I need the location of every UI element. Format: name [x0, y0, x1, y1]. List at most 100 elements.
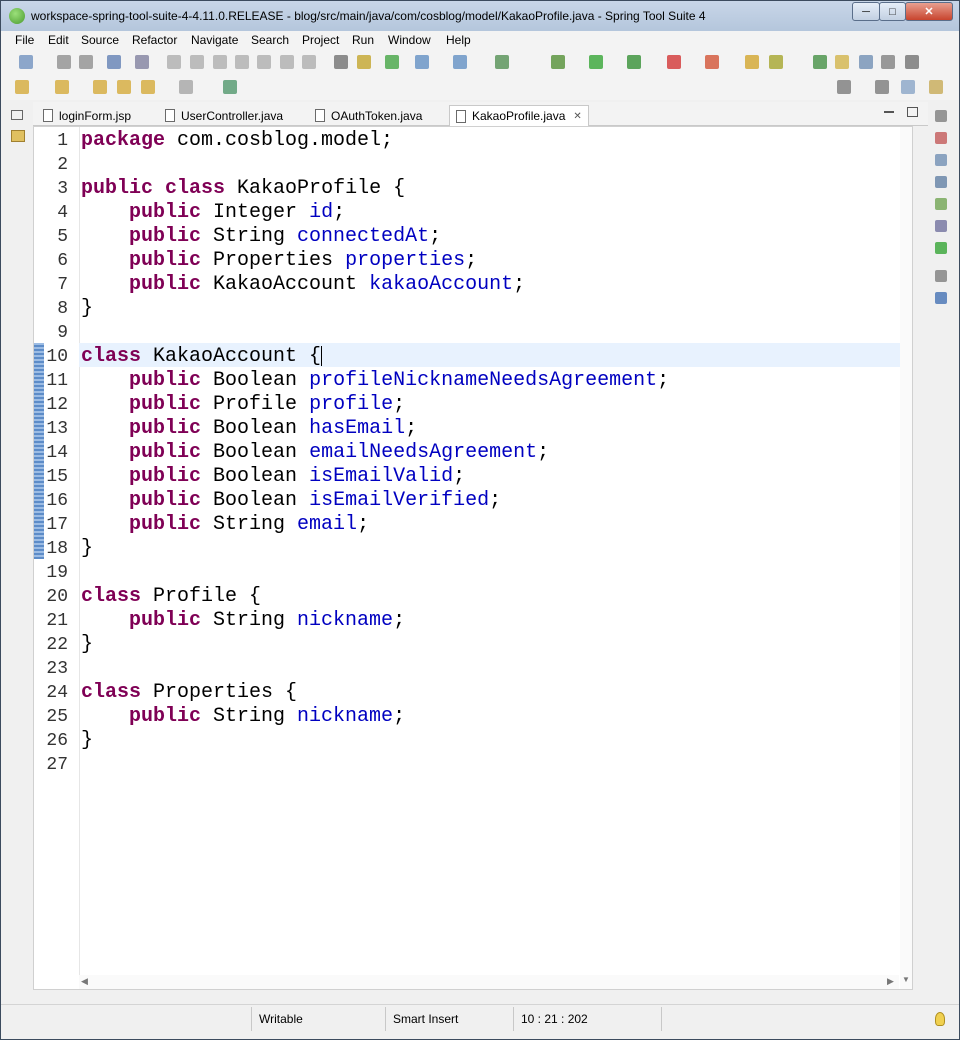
code-line[interactable]: 22}: [34, 633, 894, 657]
back-icon[interactable]: [141, 80, 155, 94]
previous-annotation-icon[interactable]: [55, 80, 69, 94]
code-line[interactable]: 8}: [34, 297, 894, 321]
step-over-icon[interactable]: [280, 55, 294, 69]
pin-editor-icon[interactable]: [223, 80, 237, 94]
back-history-icon[interactable]: [117, 80, 131, 94]
code-line[interactable]: 7 public KakaoAccount kakaoAccount;: [34, 273, 894, 297]
menu-help[interactable]: Help: [446, 33, 471, 47]
code-line[interactable]: 13 public Boolean hasEmail;: [34, 417, 894, 441]
code-line[interactable]: 20 class Profile {: [34, 585, 894, 609]
restore-view-icon[interactable]: [935, 270, 947, 282]
drop-to-frame-icon[interactable]: [334, 55, 348, 69]
lightbulb-icon[interactable]: [935, 1012, 945, 1026]
spring-boot-dashboard-icon[interactable]: [385, 55, 399, 69]
menu-refactor[interactable]: Refactor: [132, 33, 177, 47]
code-line[interactable]: 9: [34, 321, 894, 345]
minimize-button[interactable]: ─: [852, 2, 880, 21]
code-line[interactable]: 14 public Boolean emailNeedsAgreement;: [34, 441, 894, 465]
code-line[interactable]: 6 public Properties properties;: [34, 249, 894, 273]
search-icon[interactable]: [837, 80, 851, 94]
code-line[interactable]: 23: [34, 657, 894, 681]
menu-edit[interactable]: Edit: [48, 33, 69, 47]
show-whitespace-icon[interactable]: [881, 55, 895, 69]
code-line[interactable]: 19: [34, 561, 894, 585]
close-tab-icon[interactable]: ✕: [573, 111, 581, 122]
package-explorer-icon[interactable]: [11, 130, 25, 142]
tab-kakaoprofile-java[interactable]: KakaoProfile.java ✕: [449, 105, 589, 126]
new-web-icon[interactable]: [453, 55, 467, 69]
scroll-down-arrow-icon[interactable]: ▼: [902, 975, 910, 984]
close-button[interactable]: ✕: [905, 2, 953, 21]
console-view-icon[interactable]: [935, 292, 947, 304]
open-type-icon[interactable]: [745, 55, 759, 69]
menu-search[interactable]: Search: [251, 33, 289, 47]
menu-file[interactable]: File: [15, 33, 34, 47]
tab-usercontroller-java[interactable]: UserController.java: [159, 105, 309, 126]
hierarchy-icon[interactable]: [935, 154, 947, 166]
step-return-icon[interactable]: [302, 55, 316, 69]
java-ee-perspective-icon[interactable]: [901, 80, 915, 94]
outline-icon[interactable]: [935, 132, 947, 144]
vertical-scrollbar[interactable]: ▼: [900, 127, 912, 989]
step-into-icon[interactable]: [257, 55, 271, 69]
menu-source[interactable]: Source: [81, 33, 119, 47]
next-annotation-icon[interactable]: [15, 80, 29, 94]
debug-icon[interactable]: [551, 55, 565, 69]
coverage-icon[interactable]: [627, 55, 641, 69]
horizontal-scrollbar[interactable]: ◀ ▶: [79, 975, 899, 989]
code-line[interactable]: 4 public Integer id;: [34, 201, 894, 225]
code-line[interactable]: 12 public Profile profile;: [34, 393, 894, 417]
resume-icon[interactable]: [167, 55, 181, 69]
code-line[interactable]: 21 public String nickname;: [34, 609, 894, 633]
menu-project[interactable]: Project: [302, 33, 339, 47]
scroll-right-arrow-icon[interactable]: ▶: [887, 976, 894, 987]
console-icon[interactable]: [107, 55, 121, 69]
internet-icon[interactable]: [495, 55, 509, 69]
external-tools-icon[interactable]: [705, 55, 719, 69]
suspend-icon[interactable]: [190, 55, 204, 69]
use-step-filters-icon[interactable]: [357, 55, 371, 69]
run-icon[interactable]: [589, 55, 603, 69]
code-line[interactable]: 26}: [34, 729, 894, 753]
code-line[interactable]: 27: [34, 753, 894, 777]
new-spring-project-icon[interactable]: [415, 55, 429, 69]
block-selection-icon[interactable]: [859, 55, 873, 69]
last-edit-icon[interactable]: [93, 80, 107, 94]
tasks-icon[interactable]: [935, 176, 947, 188]
disconnect-icon[interactable]: [235, 55, 249, 69]
spring-boot-icon[interactable]: [935, 242, 947, 254]
menu-run[interactable]: Run: [352, 33, 374, 47]
problems-icon[interactable]: [935, 198, 947, 210]
code-line[interactable]: 15 public Boolean isEmailValid;: [34, 465, 894, 489]
code-line[interactable]: 18}: [34, 537, 894, 561]
code-line[interactable]: 2: [34, 153, 894, 177]
code-editor[interactable]: ▼ ◀ ▶ 1 package com.cosblog.model; 2 3 publi…: [33, 126, 913, 990]
spring-perspective-icon[interactable]: [929, 80, 943, 94]
title-bar[interactable]: workspace-spring-tool-suite-4-4.11.0.REL…: [1, 1, 959, 31]
code-line[interactable]: 3 public class KakaoProfile {: [34, 177, 894, 201]
menu-navigate[interactable]: Navigate: [191, 33, 238, 47]
code-line[interactable]: 17 public String email;: [34, 513, 894, 537]
save-icon[interactable]: [57, 55, 71, 69]
menu-window[interactable]: Window: [388, 33, 431, 47]
maximize-button[interactable]: □: [879, 2, 906, 21]
forward-icon[interactable]: [179, 80, 193, 94]
code-line[interactable]: 16 public Boolean isEmailVerified;: [34, 489, 894, 513]
toggle-mark-icon[interactable]: [813, 55, 827, 69]
code-line[interactable]: 1 package com.cosblog.model;: [34, 129, 894, 153]
open-perspective-icon[interactable]: [875, 80, 889, 94]
tab-oauthtoken-java[interactable]: OAuthToken.java: [309, 105, 447, 126]
skip-breakpoints-icon[interactable]: [135, 55, 149, 69]
pilcrow-icon[interactable]: [905, 55, 919, 69]
restore-icon[interactable]: [11, 110, 23, 120]
terminate-icon[interactable]: [213, 55, 227, 69]
scroll-left-arrow-icon[interactable]: ◀: [81, 976, 88, 987]
tab-loginform-jsp[interactable]: loginForm.jsp: [37, 105, 155, 126]
restore-view-icon[interactable]: [935, 110, 947, 122]
code-line[interactable]: 10 class KakaoAccount {: [34, 345, 894, 369]
search-tools-icon[interactable]: [769, 55, 783, 69]
code-line[interactable]: 25 public String nickname;: [34, 705, 894, 729]
code-line[interactable]: 24 class Properties {: [34, 681, 894, 705]
minimize-editor-icon[interactable]: [884, 111, 894, 113]
new-icon[interactable]: [19, 55, 33, 69]
